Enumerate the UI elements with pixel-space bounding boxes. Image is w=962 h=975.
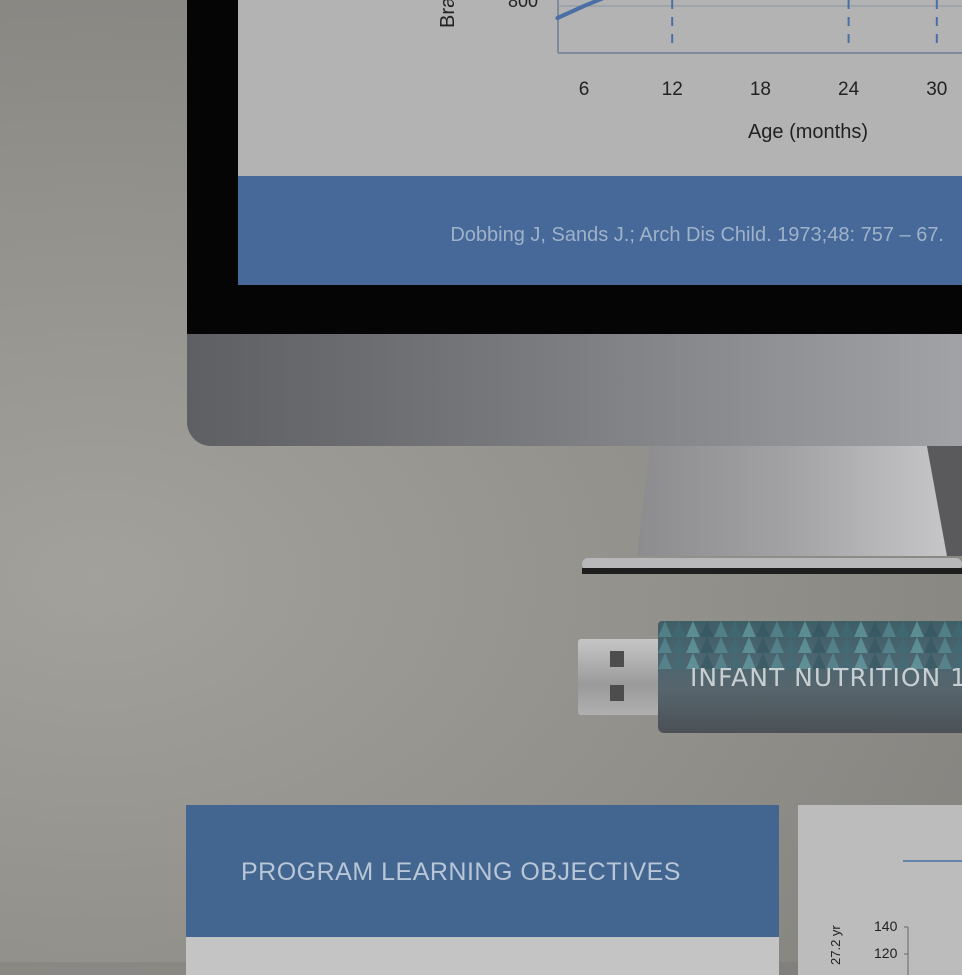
usb-pattern-triangle xyxy=(728,637,742,653)
citation-text: Dobbing J, Sands J.; Arch Dis Child. 197… xyxy=(450,224,944,246)
usb-pattern-triangle xyxy=(826,621,840,637)
usb-pattern-triangle xyxy=(840,621,854,637)
usb-hole-bottom xyxy=(610,685,624,701)
usb-pattern-triangle xyxy=(658,653,672,669)
x-axis-label: Age (months) xyxy=(748,121,868,143)
usb-pattern-triangle xyxy=(854,637,868,653)
side-chart-card: 27.2 yr 140 120 xyxy=(798,805,962,975)
usb-pattern-triangle xyxy=(686,621,700,637)
usb-pattern-triangle xyxy=(700,637,714,653)
usb-pattern-triangle xyxy=(742,637,756,653)
x-tick-label-24: 24 xyxy=(838,79,860,100)
monitor-stand-neck xyxy=(637,446,962,556)
monitor-stand-base xyxy=(582,558,962,574)
usb-pattern-triangle xyxy=(798,621,812,637)
usb-pattern-triangle xyxy=(714,637,728,653)
usb-pattern-triangle xyxy=(952,637,962,653)
monitor-screen: Bra 800 6 12 18 24 30 Age (months) Dobbing J… xyxy=(238,0,962,285)
x-tick-label-30: 30 xyxy=(926,79,947,100)
usb-pattern-triangle xyxy=(952,621,962,637)
series-line xyxy=(555,0,604,20)
usb-pattern-triangle xyxy=(770,637,784,653)
usb-pattern-triangle xyxy=(868,621,882,637)
objectives-header: PROGRAM LEARNING OBJECTIVES xyxy=(186,805,779,937)
usb-pattern-triangle xyxy=(826,637,840,653)
usb-pattern-triangle xyxy=(756,637,770,653)
y-tick-label: 800 xyxy=(508,0,538,11)
usb-pattern-triangle xyxy=(840,637,854,653)
x-tick-label-6: 6 xyxy=(579,79,590,100)
x-tick-label-18: 18 xyxy=(750,79,771,100)
usb-pattern-triangle xyxy=(896,621,910,637)
usb-pattern-triangle xyxy=(882,637,896,653)
usb-drive: INFANT NUTRITION 101 xyxy=(578,619,962,737)
monitor-chin xyxy=(187,334,962,446)
usb-pattern-triangle xyxy=(686,637,700,653)
usb-pattern-triangle xyxy=(672,653,686,669)
usb-body: INFANT NUTRITION 101 xyxy=(658,621,962,733)
side-chart-tick-140: 140 xyxy=(874,918,898,934)
usb-pattern-triangle xyxy=(672,621,686,637)
usb-pattern-triangle xyxy=(742,621,756,637)
usb-pattern-triangle xyxy=(938,621,952,637)
usb-plug xyxy=(578,639,660,715)
side-chart: 27.2 yr 140 120 xyxy=(828,860,962,975)
usb-pattern-triangle xyxy=(812,621,826,637)
usb-pattern-triangle xyxy=(910,637,924,653)
objectives-card: PROGRAM LEARNING OBJECTIVES xyxy=(186,805,779,975)
usb-pattern-triangle xyxy=(756,621,770,637)
usb-pattern-triangle xyxy=(784,637,798,653)
usb-pattern-triangle xyxy=(910,621,924,637)
usb-pattern-triangle xyxy=(770,621,784,637)
usb-pattern-triangle xyxy=(938,637,952,653)
usb-pattern-triangle xyxy=(784,621,798,637)
screen-footer-bar: Dobbing J, Sands J.; Arch Dis Child. 197… xyxy=(238,176,962,285)
usb-pattern-triangle xyxy=(924,621,938,637)
usb-hole-top xyxy=(610,651,624,667)
x-tick-label-12: 12 xyxy=(662,79,683,100)
usb-pattern-triangle xyxy=(798,637,812,653)
usb-pattern-triangle xyxy=(854,621,868,637)
usb-pattern-triangle xyxy=(658,637,672,653)
objectives-title: PROGRAM LEARNING OBJECTIVES xyxy=(241,858,681,886)
usb-pattern-triangle xyxy=(700,621,714,637)
x-tick-labels: 6 12 18 24 30 xyxy=(579,79,948,100)
y-axis-label: Bra xyxy=(437,0,459,28)
brain-growth-chart: Bra 800 6 12 18 24 30 Age (months) xyxy=(437,0,962,143)
usb-pattern-triangle xyxy=(728,621,742,637)
usb-label: INFANT NUTRITION 101 xyxy=(690,663,962,692)
side-chart-y-label: 27.2 yr xyxy=(828,925,843,965)
usb-pattern-triangle xyxy=(924,637,938,653)
reference-lines xyxy=(671,0,938,50)
usb-pattern-triangle xyxy=(714,621,728,637)
side-chart-tick-120: 120 xyxy=(874,945,898,961)
usb-pattern-triangle xyxy=(896,637,910,653)
usb-pattern-triangle xyxy=(812,637,826,653)
usb-pattern-triangle xyxy=(882,621,896,637)
usb-pattern-triangle xyxy=(672,637,686,653)
usb-pattern-triangle xyxy=(868,637,882,653)
usb-pattern-triangle xyxy=(658,621,672,637)
